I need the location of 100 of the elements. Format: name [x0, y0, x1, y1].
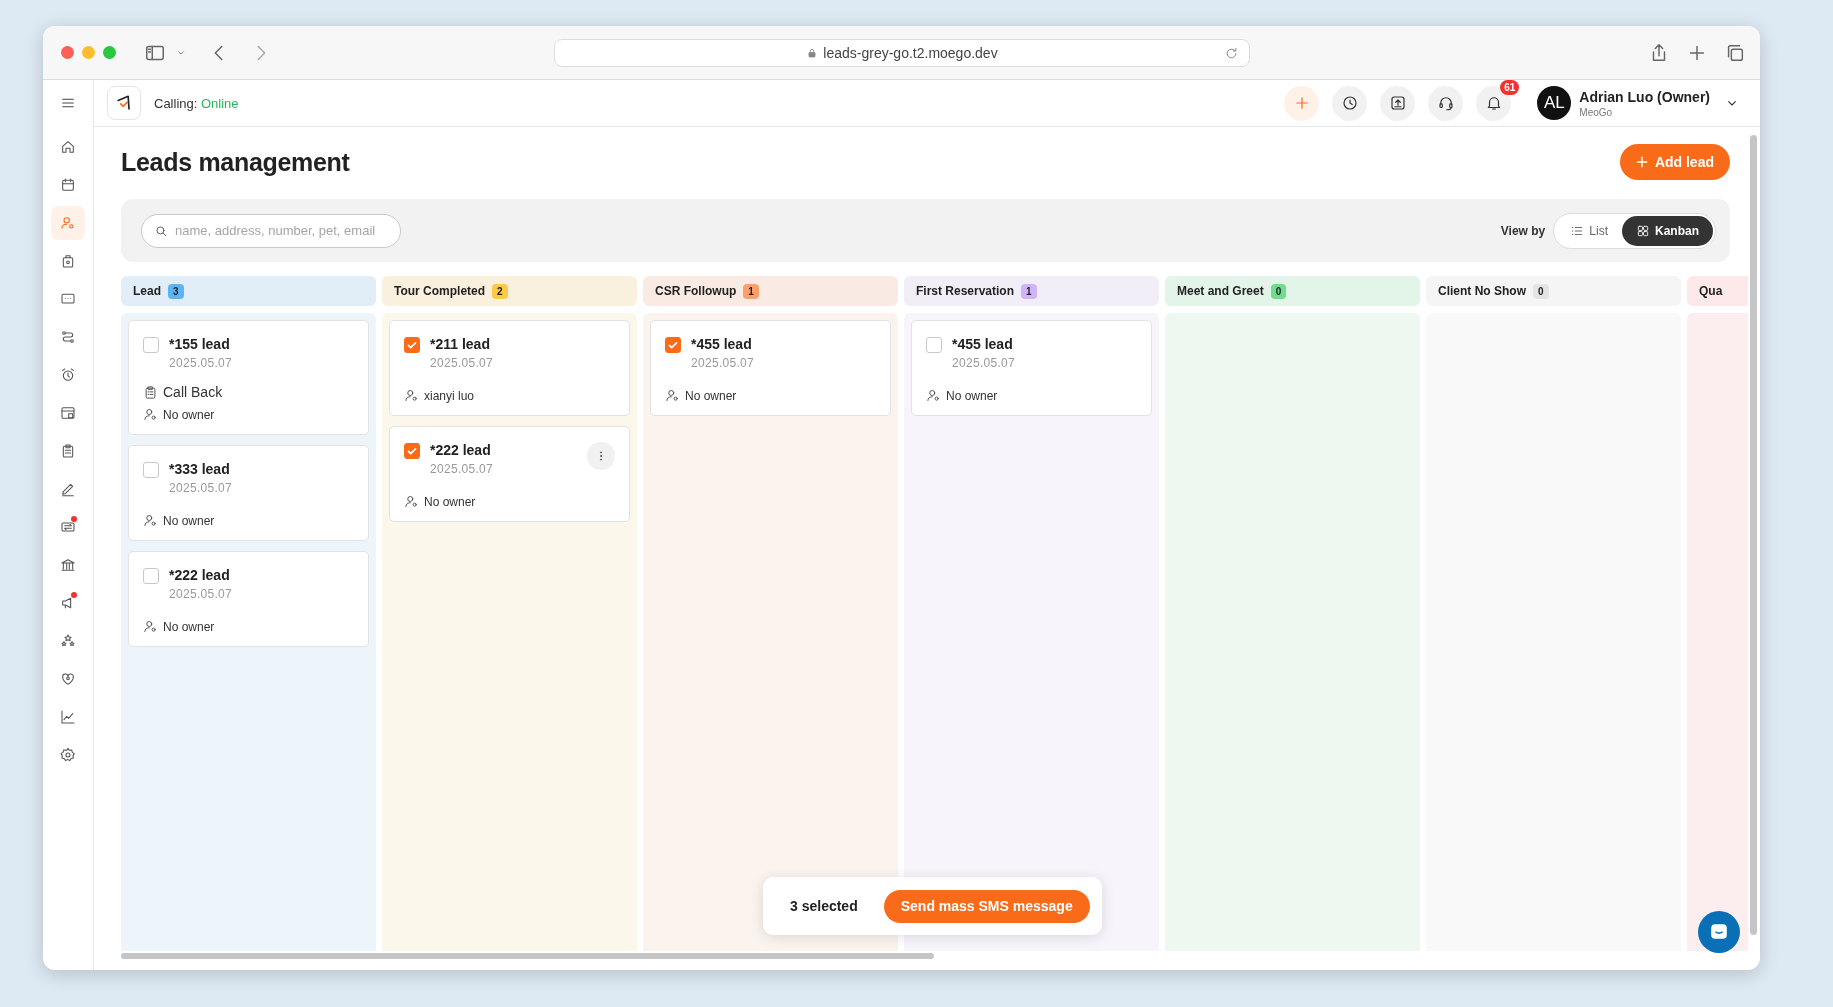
count-badge: 1	[1021, 283, 1037, 299]
count-badge: 0	[1270, 283, 1287, 299]
reload-icon	[1224, 45, 1239, 61]
checkbox[interactable]	[404, 337, 420, 353]
avatar: AL	[1537, 86, 1572, 120]
clipboard-icon	[143, 384, 158, 400]
lead-date: 2025.05.07	[430, 356, 495, 370]
bag-icon	[60, 253, 76, 269]
checkbox[interactable]	[143, 462, 159, 478]
column-title: Tour Completed	[394, 284, 486, 298]
notification-dot	[71, 516, 77, 522]
count-badge: 3	[168, 283, 184, 299]
lead-card[interactable]: *211 lead 2025.05.07 xianyi luo	[389, 320, 630, 416]
lead-card[interactable]: *333 lead 2025.05.07 No owner	[128, 445, 369, 541]
upload-button[interactable]	[1380, 85, 1416, 121]
lead-date: 2025.05.07	[169, 356, 234, 370]
lead-name: *455 lead	[952, 336, 1014, 352]
notification-dot	[71, 592, 77, 598]
owner-name: No owner	[163, 619, 215, 634]
column-title: CSR Followup	[655, 284, 737, 298]
zoom-button[interactable]	[103, 46, 116, 59]
view-by-label: View by	[1500, 223, 1546, 238]
column-title: First Reservation	[916, 284, 1015, 298]
checkbox[interactable]	[665, 337, 681, 353]
logo[interactable]	[107, 86, 141, 120]
person-icon	[143, 513, 158, 528]
company-name: MeoGo	[1579, 106, 1614, 118]
count-badge: 1	[743, 283, 759, 299]
search-field[interactable]: name, address, number, pet, email	[141, 213, 401, 248]
person-icon	[404, 388, 419, 403]
lead-card[interactable]: *222 lead 2025.05.07 No owner	[389, 426, 630, 522]
user-menu[interactable]: AL Adrian Luo (Owner) MeoGo	[1537, 86, 1740, 120]
lead-date: 2025.05.07	[169, 481, 234, 495]
lead-name: *333 lead	[169, 461, 231, 477]
column-title: Client No Show	[1438, 284, 1526, 298]
lead-date: 2025.05.07	[430, 462, 495, 476]
lead-name: *211 lead	[430, 336, 491, 352]
lead-card[interactable]: *455 lead 2025.05.07 No owner	[650, 320, 891, 416]
lead-name: *222 lead	[430, 442, 492, 458]
checkbox[interactable]	[143, 568, 159, 584]
column-title: Meet and Greet	[1177, 284, 1264, 298]
pen-icon	[60, 481, 76, 497]
storefront-icon	[60, 405, 76, 421]
route-icon	[60, 329, 76, 345]
checkbox[interactable]	[404, 443, 420, 459]
owner-name: No owner	[946, 388, 998, 403]
lead-name: *455 lead	[691, 336, 753, 352]
support-button[interactable]	[1428, 85, 1464, 121]
person-icon	[665, 388, 680, 403]
upload-icon	[1388, 94, 1407, 112]
person-icon	[926, 388, 941, 403]
lead-date: 2025.05.07	[169, 587, 234, 601]
exchange-icon	[60, 519, 76, 535]
lock-icon	[806, 46, 819, 59]
owner-name: No owner	[685, 388, 737, 403]
bank-icon	[60, 557, 76, 573]
scrollbar-thumb[interactable]	[1750, 135, 1757, 935]
alarm-icon	[60, 367, 76, 383]
person-icon	[60, 215, 76, 231]
settings-icon	[60, 747, 76, 763]
heart-icon	[60, 671, 76, 687]
clock-icon	[1340, 94, 1359, 112]
owner-name: No owner	[163, 407, 215, 422]
clipboard-icon	[60, 443, 76, 459]
history-button[interactable]	[1332, 85, 1368, 121]
page-title: Leads management	[121, 147, 350, 177]
owner-name: xianyi luo	[424, 388, 475, 403]
owner-name: No owner	[424, 494, 476, 509]
chart-icon	[60, 709, 76, 725]
home-icon	[60, 139, 76, 155]
count-badge: 0	[1533, 283, 1549, 299]
lead-name: *155 lead	[169, 336, 231, 352]
count-badge: 2	[492, 283, 508, 299]
task-label: Call Back	[163, 384, 223, 400]
lead-card[interactable]: *222 lead 2025.05.07 No owner	[128, 551, 369, 647]
search-icon	[154, 223, 168, 238]
lead-card[interactable]: *455 lead 2025.05.07 No owner	[911, 320, 1152, 416]
view-option[interactable]: Kanban	[1622, 215, 1713, 246]
url-text: leads-grey-go.t2.moego.dev	[823, 44, 998, 61]
checkbox[interactable]	[143, 337, 159, 353]
headset-icon	[1436, 94, 1455, 112]
person-icon	[143, 619, 158, 634]
calling-status: Calling: Online	[154, 95, 239, 111]
column-title: Lead	[133, 284, 161, 298]
lead-date: 2025.05.07	[952, 356, 1017, 370]
address-bar[interactable]: leads-grey-go.t2.moego.dev	[554, 38, 1250, 67]
close-button[interactable]	[61, 46, 74, 59]
add-button[interactable]	[1284, 85, 1320, 121]
lead-name: *222 lead	[169, 567, 231, 583]
person-icon	[143, 407, 158, 422]
checkbox[interactable]	[926, 337, 942, 353]
view-option[interactable]: List	[1556, 215, 1622, 246]
calendar-icon	[60, 177, 76, 193]
chat-icon	[60, 291, 76, 307]
lead-date: 2025.05.07	[691, 356, 756, 370]
selected-count: 3 selected	[790, 898, 858, 914]
person-icon	[404, 494, 419, 509]
lead-card[interactable]: *155 lead 2025.05.07 Call Back No owner	[128, 320, 369, 435]
scrollbar-thumb[interactable]	[121, 953, 934, 959]
user-name: Adrian Luo (Owner)	[1579, 88, 1710, 105]
